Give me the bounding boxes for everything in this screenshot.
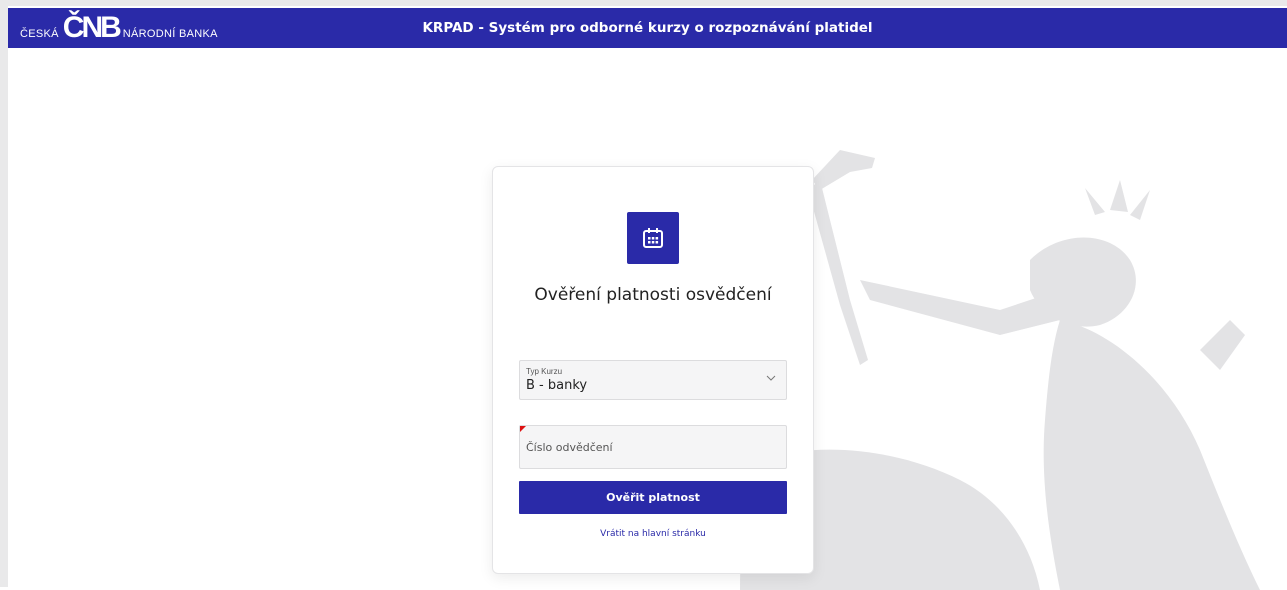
back-to-home-link[interactable]: Vrátit na hlavní stránku	[493, 529, 813, 539]
verification-card: Ověření platnosti osvědčení Typ Kurzu B …	[492, 166, 814, 574]
calendar-icon	[627, 212, 679, 264]
app-title: KRPAD - Systém pro odborné kurzy o rozpo…	[422, 20, 873, 36]
certificate-number-field	[519, 425, 787, 469]
chevron-down-icon	[766, 375, 776, 381]
course-type-label: Typ Kurzu	[526, 367, 563, 376]
window-frame-left	[0, 6, 8, 587]
course-type-value: B - banky	[526, 378, 588, 393]
certificate-number-input[interactable]	[520, 426, 786, 468]
window-frame-top	[0, 0, 1287, 6]
page-title: Ověření platnosti osvědčení	[534, 285, 772, 305]
verify-button[interactable]: Ověřit platnost	[519, 481, 787, 514]
course-type-select[interactable]: Typ Kurzu B - banky	[519, 360, 787, 400]
app-header: ČESKÁ ČNB NÁRODNÍ BANKA KRPAD - Systém p…	[8, 8, 1287, 48]
